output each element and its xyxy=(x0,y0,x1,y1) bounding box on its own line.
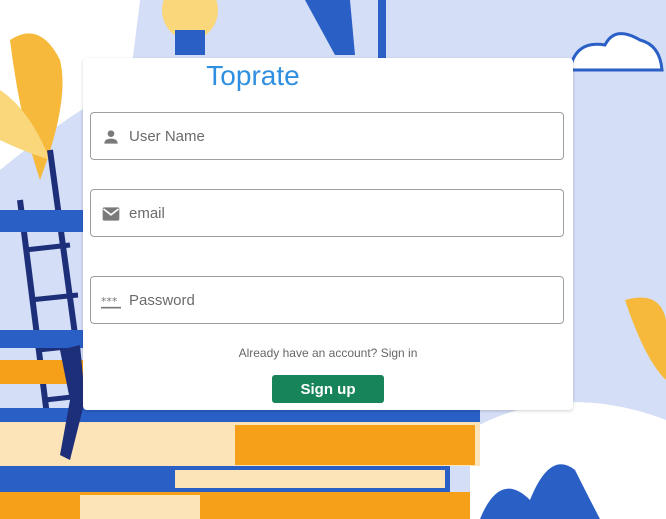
email-field[interactable] xyxy=(90,189,564,237)
email-input[interactable] xyxy=(129,190,549,236)
username-field[interactable] xyxy=(90,112,564,160)
signin-prompt: Already have an account? Sign in xyxy=(83,346,573,360)
password-input[interactable] xyxy=(129,277,549,323)
password-field[interactable]: *** xyxy=(90,276,564,324)
mail-icon xyxy=(102,207,120,221)
person-icon xyxy=(104,130,118,144)
signup-card: Toprate *** Already have an account? Sig… xyxy=(83,58,573,410)
svg-text:***: *** xyxy=(101,295,118,308)
username-input[interactable] xyxy=(129,113,549,159)
signin-prompt-text: Already have an account? xyxy=(238,346,378,360)
password-dots-icon: *** xyxy=(101,295,121,309)
signup-button[interactable]: Sign up xyxy=(272,375,384,403)
brand-title: Toprate xyxy=(206,60,300,91)
signin-link[interactable]: Sign in xyxy=(381,346,418,360)
